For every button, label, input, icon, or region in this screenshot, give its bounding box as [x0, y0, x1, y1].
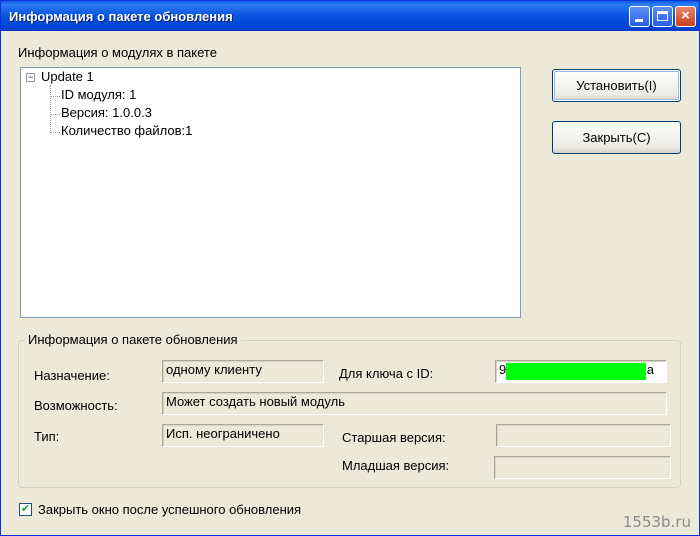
close-after-update-label[interactable]: Закрыть окно после успешного обновления — [38, 502, 301, 517]
tree-connector — [50, 85, 51, 133]
tree-item-module-id[interactable]: ID модуля: 1 — [61, 87, 136, 102]
min-version-field — [494, 456, 671, 479]
type-field: Исп. неограничено — [162, 424, 324, 447]
close-button[interactable]: Закрыть(C) — [552, 121, 681, 154]
close-icon: × — [681, 7, 690, 24]
max-version-label: Старшая версия: — [342, 430, 446, 445]
package-info-title: Информация о пакете обновления — [25, 332, 241, 347]
install-button[interactable]: Установить(I) — [552, 69, 681, 102]
key-id-field: 9 a — [495, 360, 667, 383]
modules-tree[interactable]: − Update 1 ID модуля: 1 Версия: 1.0.0.3 … — [20, 67, 521, 318]
capability-label: Возможность: — [34, 398, 118, 413]
tree-root-update[interactable]: Update 1 — [41, 69, 94, 84]
capability-field: Может создать новый модуль — [162, 392, 667, 415]
tree-connector — [50, 114, 60, 115]
window-title: Информация о пакете обновления — [9, 9, 233, 24]
collapse-icon[interactable]: − — [26, 73, 35, 82]
tree-connector — [50, 96, 60, 97]
close-after-update-checkbox[interactable]: ✔ — [19, 503, 32, 516]
min-version-label: Младшая версия: — [342, 458, 450, 473]
dialog-window: Информация о пакете обновления × Информа… — [0, 0, 700, 536]
tree-item-file-count[interactable]: Количество файлов:1 — [61, 123, 192, 138]
tree-connector — [50, 132, 60, 133]
title-bar[interactable]: Информация о пакете обновления × — [1, 1, 699, 31]
minimize-button[interactable] — [629, 6, 650, 27]
tree-item-version[interactable]: Версия: 1.0.0.3 — [61, 105, 152, 120]
check-icon: ✔ — [20, 503, 31, 515]
purpose-field: одному клиенту — [162, 360, 324, 383]
key-id-label: Для ключа с ID: — [339, 366, 434, 381]
max-version-field — [496, 424, 671, 447]
maximize-icon — [657, 11, 668, 21]
watermark-text: 1553b.ru — [622, 513, 691, 531]
purpose-label: Назначение: — [34, 368, 110, 383]
close-window-button[interactable]: × — [675, 6, 696, 27]
minimize-icon — [635, 19, 643, 22]
maximize-button[interactable] — [652, 6, 673, 27]
type-label: Тип: — [34, 429, 60, 444]
key-id-suffix: a — [646, 362, 654, 377]
modules-heading: Информация о модулях в пакете — [18, 45, 217, 60]
redaction-mark — [506, 363, 646, 380]
